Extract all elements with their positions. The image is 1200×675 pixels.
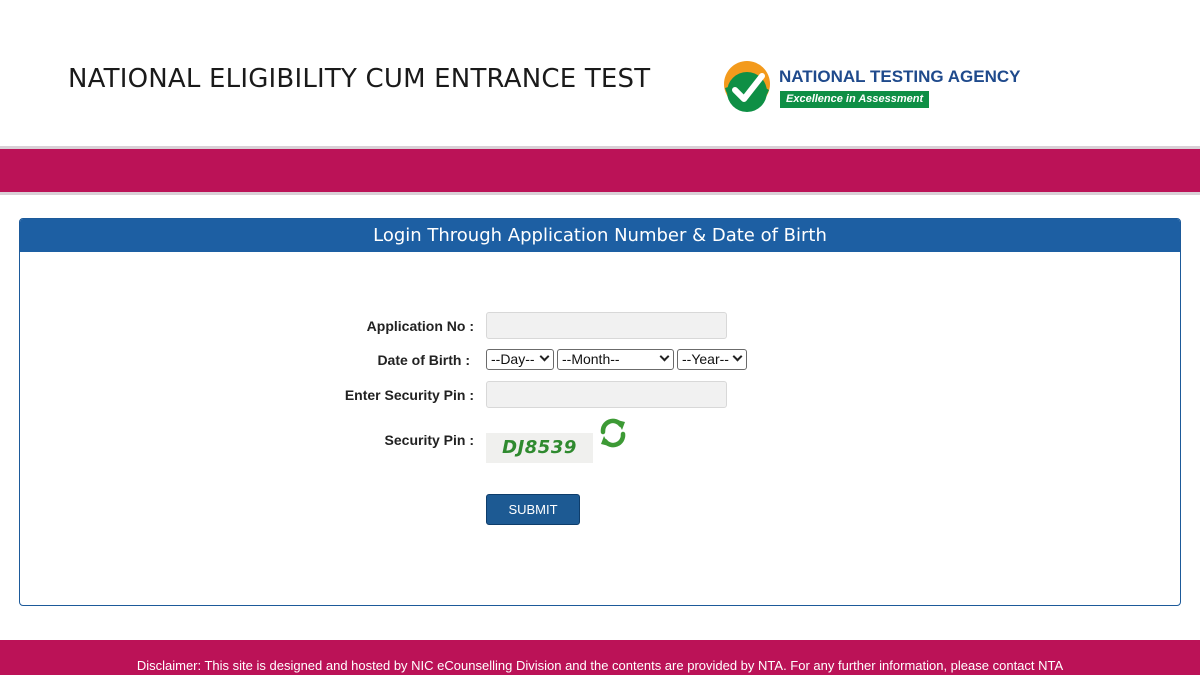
dob-month-select[interactable]: --Month--: [557, 349, 674, 370]
site-title: NATIONAL ELIGIBILITY CUM ENTRANCE TEST: [68, 64, 651, 94]
refresh-icon[interactable]: [597, 416, 629, 450]
security-pin-input[interactable]: [486, 381, 727, 408]
login-panel: Login Through Application Number & Date …: [19, 218, 1181, 606]
footer-disclaimer: Disclaimer: This site is designed and ho…: [136, 658, 1064, 673]
nav-band: [0, 149, 1200, 192]
security-pin-input-label: Enter Security Pin :: [344, 387, 474, 403]
footer: Disclaimer: This site is designed and ho…: [0, 640, 1200, 675]
dob-year-value: --Year--: [682, 351, 729, 367]
dob-day-value: --Day--: [491, 351, 535, 367]
nta-name: NATIONAL TESTING AGENCY: [779, 67, 1021, 86]
security-pin-label: Security Pin :: [384, 432, 474, 448]
dob-year-select[interactable]: --Year--: [677, 349, 747, 370]
login-panel-heading: Login Through Application Number & Date …: [20, 219, 1180, 252]
captcha-image: DJ8539: [486, 433, 593, 463]
band-bottom-border: [0, 192, 1200, 195]
nta-logo: NATIONAL TESTING AGENCY Excellence in As…: [722, 58, 1022, 120]
chevron-down-icon: [539, 351, 550, 362]
nta-checkmark-logo-icon: [724, 61, 770, 112]
dob-month-value: --Month--: [562, 351, 620, 367]
nta-tagline: Excellence in Assessment: [780, 91, 930, 108]
dob-day-select[interactable]: --Day--: [486, 349, 554, 370]
application-no-input[interactable]: [486, 312, 727, 339]
application-no-label: Application No :: [366, 318, 474, 334]
dob-label: Date of Birth :: [377, 352, 470, 368]
submit-button[interactable]: SUBMIT: [486, 494, 580, 525]
chevron-down-icon: [732, 351, 743, 362]
chevron-down-icon: [659, 351, 670, 362]
site-header: NATIONAL ELIGIBILITY CUM ENTRANCE TEST N…: [0, 0, 1200, 146]
